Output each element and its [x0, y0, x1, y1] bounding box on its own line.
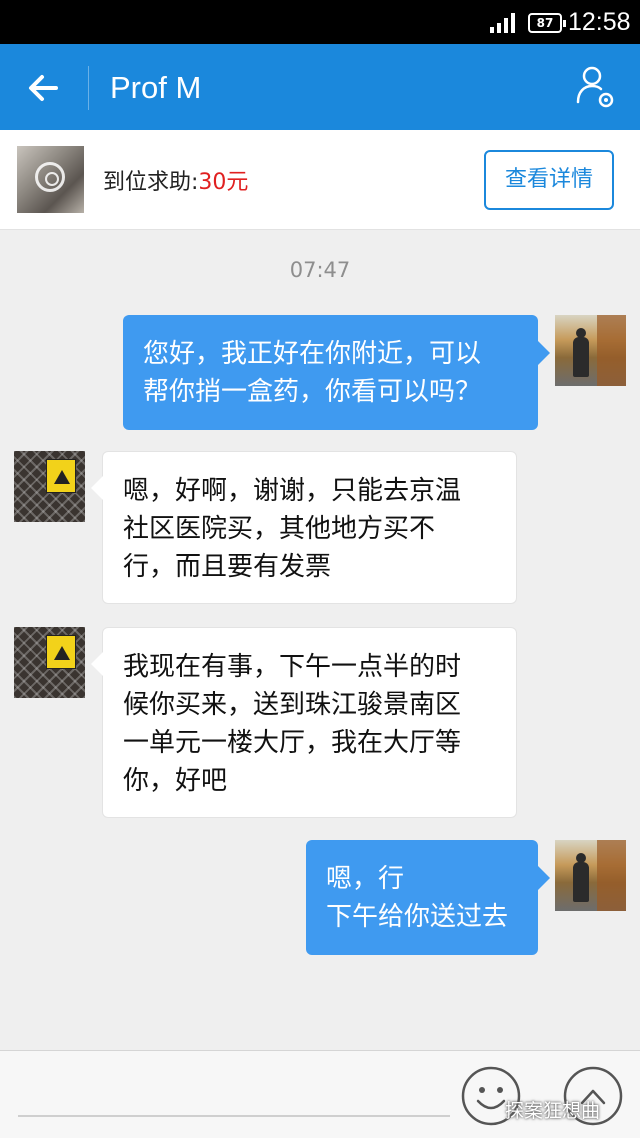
order-label: 到位求助: [103, 170, 199, 195]
input-underline [18, 1115, 450, 1117]
battery-icon: 87 [528, 13, 566, 33]
back-arrow-icon[interactable] [22, 66, 66, 110]
title-divider [88, 66, 89, 110]
caution-sign-icon [46, 459, 76, 493]
message-line: 嗯，行 [326, 864, 405, 894]
message-line: 您好，我正好在你附近，可以 [143, 339, 482, 369]
message-bubble: 我现在有事，下午一点半的时 候你买来，送到珠江骏景南区 一单元一楼大厅，我在大厅… [91, 627, 517, 818]
profile-settings-icon[interactable] [574, 62, 618, 112]
view-details-button[interactable]: 查看详情 [484, 150, 614, 210]
message-bubble: 嗯，行 下午给你送过去 [306, 840, 550, 955]
watermark-text: 探案狂想曲 [505, 1100, 601, 1122]
message-bubble: 您好，我正好在你附近，可以 帮你捎一盒药，你看可以吗？ [123, 315, 550, 430]
message-line: 社区医院买，其他地方买不 [123, 514, 436, 544]
message-line: 下午给你送过去 [326, 902, 509, 932]
chat-timestamp: 07:47 [289, 258, 351, 282]
caution-sign-icon [46, 635, 76, 669]
message-line: 候你买来，送到珠江骏景南区 [123, 690, 462, 720]
signal-strength-icon [490, 13, 518, 33]
message-line: 你，好吧 [123, 766, 228, 796]
self-avatar[interactable] [555, 840, 626, 911]
message-line: 行，而且要有发票 [123, 552, 332, 582]
message-bubble: 嗯，好啊，谢谢，只能去京温 社区医院买，其他地方买不 行，而且要有发票 [91, 451, 517, 604]
input-bar [0, 1050, 640, 1138]
self-avatar[interactable] [555, 315, 626, 386]
order-bar: 到位求助:30元 查看详情 [0, 130, 640, 230]
status-time: 12:58 [568, 8, 631, 36]
status-bar: 87 12:58 [0, 0, 640, 44]
order-summary: 到位求助:30元 [103, 164, 248, 196]
message-line: 一单元一楼大厅，我在大厅等 [123, 728, 462, 758]
message-line: 帮你捎一盒药，你看可以吗？ [143, 377, 482, 407]
message-input[interactable] [18, 1067, 450, 1113]
message-line: 嗯，好啊，谢谢，只能去京温 [123, 476, 462, 506]
title-bar: Prof M [0, 44, 640, 130]
contact-avatar[interactable] [14, 451, 85, 522]
message-line: 我现在有事，下午一点半的时 [123, 652, 462, 682]
page-title: Prof M [110, 70, 202, 105]
location-pin-icon [35, 162, 65, 192]
order-thumbnail [17, 146, 84, 213]
contact-avatar[interactable] [14, 627, 85, 698]
order-price: 30元 [198, 170, 249, 195]
